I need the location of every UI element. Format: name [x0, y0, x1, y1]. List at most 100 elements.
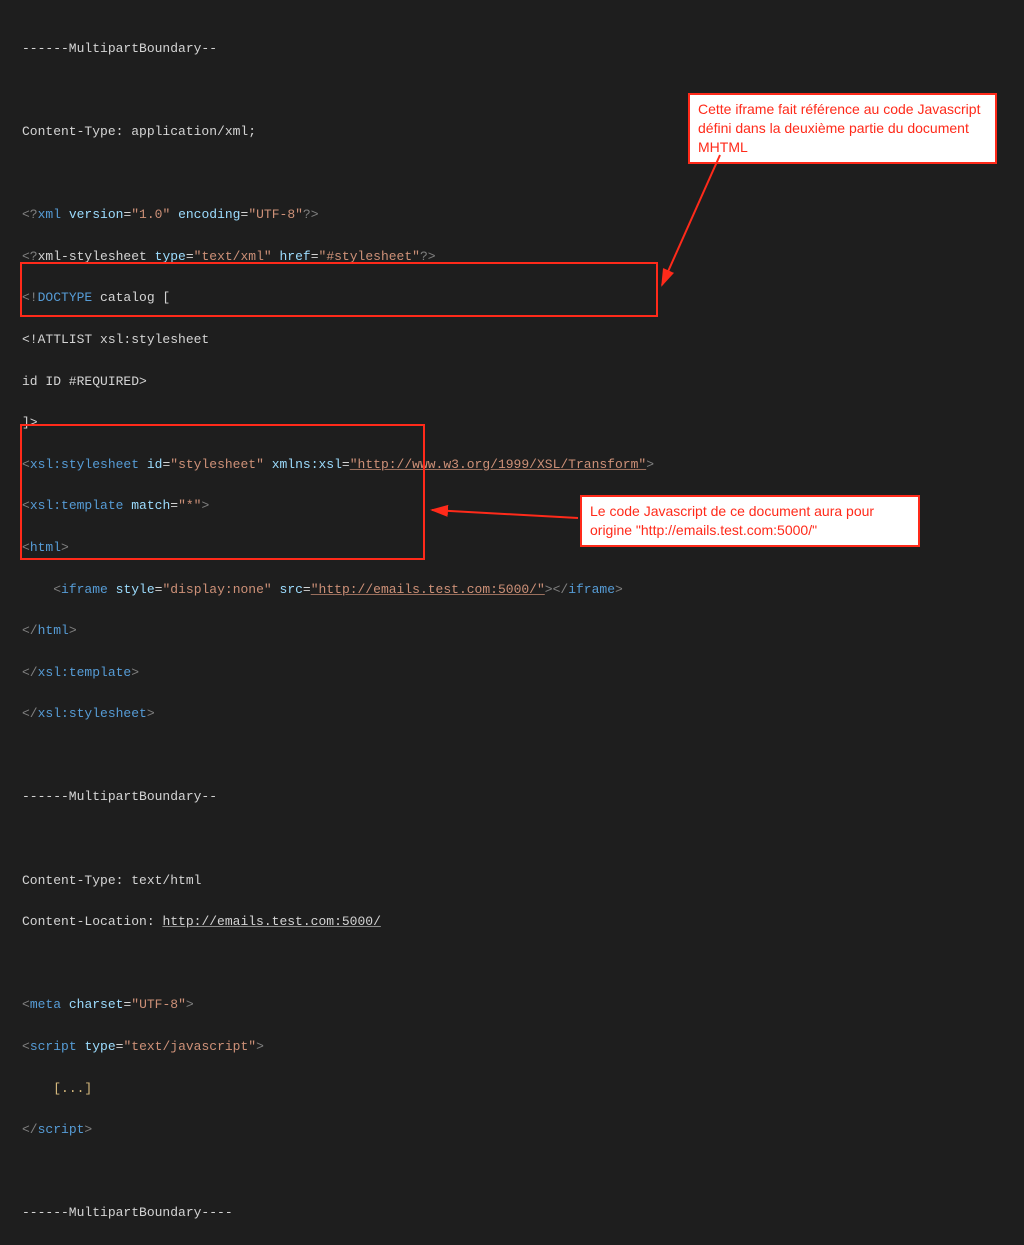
tag: xsl:template — [38, 665, 132, 680]
attr: type — [84, 1039, 115, 1054]
tag: script — [38, 1122, 85, 1137]
attr: version — [69, 207, 124, 222]
tag: html — [30, 540, 61, 555]
attr-val: "http://www.w3.org/1999/XSL/Transform" — [350, 457, 646, 472]
punc: </ — [22, 706, 38, 721]
punc: > — [131, 665, 139, 680]
code-line: <!ATTLIST xsl:stylesheet — [22, 330, 1002, 351]
bracket: ]> — [22, 415, 38, 430]
punc: = — [311, 249, 319, 264]
tag: meta — [30, 997, 61, 1012]
code-line — [22, 1162, 1002, 1183]
code-line — [22, 954, 1002, 975]
punc: < — [53, 582, 61, 597]
code-line: </xsl:template> — [22, 663, 1002, 684]
code-line: </html> — [22, 621, 1002, 642]
punc: = — [342, 457, 350, 472]
xml-decl: xml — [38, 207, 69, 222]
code-line: </xsl:stylesheet> — [22, 704, 1002, 725]
content-location-url: http://emails.test.com:5000/ — [162, 914, 380, 929]
attr: encoding — [178, 207, 240, 222]
boundary-mid: ------MultipartBoundary-- — [22, 789, 217, 804]
boundary-top: ------MultipartBoundary-- — [22, 41, 217, 56]
attr-val: "stylesheet" — [170, 457, 264, 472]
tag: html — [38, 623, 69, 638]
tag: xsl:stylesheet — [30, 457, 139, 472]
punc: <? — [22, 249, 38, 264]
punc: < — [22, 1039, 30, 1054]
code-line: ]> — [22, 413, 1002, 434]
attr: href — [280, 249, 311, 264]
attr-val: "UTF-8" — [248, 207, 303, 222]
punc: > — [84, 1122, 92, 1137]
code-line: <iframe style="display:none" src="http:/… — [22, 580, 1002, 601]
attr-val: "#stylesheet" — [319, 249, 420, 264]
punc: < — [22, 498, 30, 513]
punc: > — [147, 706, 155, 721]
attr-val: "text/javascript" — [123, 1039, 256, 1054]
code-line: Content-Type: text/html — [22, 871, 1002, 892]
attr-val: "*" — [178, 498, 201, 513]
punc: > — [201, 498, 209, 513]
punc: > — [256, 1039, 264, 1054]
code-line: ------MultipartBoundary-- — [22, 39, 1002, 60]
punc: <! — [22, 290, 38, 305]
content-type-2: Content-Type: text/html — [22, 873, 201, 888]
doctype: DOCTYPE — [38, 290, 93, 305]
doctype-rest: catalog [ — [92, 290, 170, 305]
code-line: <?xml-stylesheet type="text/xml" href="#… — [22, 247, 1002, 268]
boundary-end: ------MultipartBoundary---- — [22, 1205, 233, 1220]
code-line: ------MultipartBoundary-- — [22, 787, 1002, 808]
attr: style — [116, 582, 155, 597]
tag: xsl:stylesheet — [38, 706, 147, 721]
content-type-1: Content-Type: application/xml; — [22, 124, 256, 139]
punc: <? — [22, 207, 38, 222]
punc: = — [116, 1039, 124, 1054]
code-line: </script> — [22, 1120, 1002, 1141]
punc: </ — [22, 623, 38, 638]
punc: < — [22, 457, 30, 472]
punc: ></ — [545, 582, 568, 597]
attr-val: "UTF-8" — [131, 997, 186, 1012]
code-line: <!DOCTYPE catalog [ — [22, 288, 1002, 309]
attr: id — [147, 457, 163, 472]
attr-val: "1.0" — [131, 207, 170, 222]
idline: id ID #REQUIRED> — [22, 374, 147, 389]
attlist: <!ATTLIST xsl:stylesheet — [22, 332, 209, 347]
punc: ?> — [303, 207, 319, 222]
attr: type — [155, 249, 186, 264]
code-line — [22, 746, 1002, 767]
code-line — [22, 164, 1002, 185]
attr: src — [280, 582, 303, 597]
attr: charset — [69, 997, 124, 1012]
punc: > — [646, 457, 654, 472]
punc: > — [61, 540, 69, 555]
tag: iframe — [61, 582, 108, 597]
punc: = — [186, 249, 194, 264]
punc: < — [22, 997, 30, 1012]
callout-iframe: Cette iframe fait référence au code Java… — [688, 93, 997, 164]
punc: > — [69, 623, 77, 638]
punc: = — [170, 498, 178, 513]
code-line: ------MultipartBoundary---- — [22, 1203, 1002, 1224]
punc: = — [123, 997, 131, 1012]
punc: </ — [22, 1122, 38, 1137]
punc: > — [615, 582, 623, 597]
attr-val: "http://emails.test.com:5000/" — [311, 582, 545, 597]
code-line: id ID #REQUIRED> — [22, 372, 1002, 393]
punc: ?> — [420, 249, 436, 264]
punc: = — [303, 582, 311, 597]
attr: xmlns:xsl — [272, 457, 342, 472]
code-snippet: ------MultipartBoundary-- Content-Type: … — [22, 18, 1002, 1245]
ellipsis: [...] — [53, 1081, 92, 1096]
attr-val: "display:none" — [162, 582, 271, 597]
code-line: <script type="text/javascript"> — [22, 1037, 1002, 1058]
punc: </ — [22, 665, 38, 680]
callout-script: Le code Javascript de ce document aura p… — [580, 495, 920, 547]
code-line — [22, 829, 1002, 850]
tag: iframe — [568, 582, 615, 597]
code-line: Content-Location: http://emails.test.com… — [22, 912, 1002, 933]
content-location-label: Content-Location: — [22, 914, 162, 929]
punc: > — [186, 997, 194, 1012]
attr: match — [131, 498, 170, 513]
